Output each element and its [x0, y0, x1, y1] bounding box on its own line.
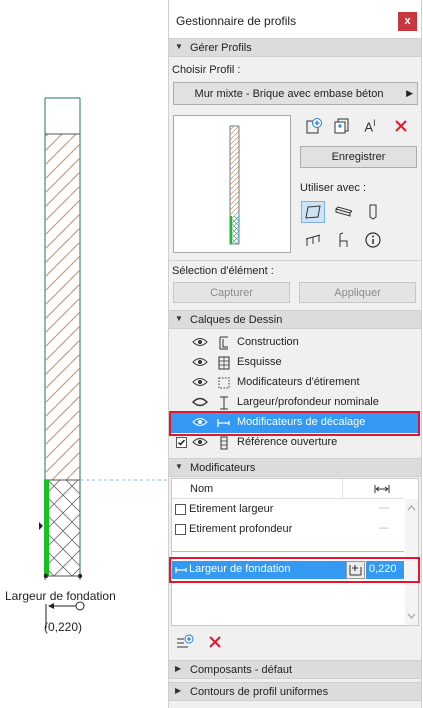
- highlight-box: [169, 411, 420, 436]
- layer-row-opening-reference[interactable]: Référence ouverture: [171, 433, 419, 453]
- opening-reference-icon: [220, 436, 228, 450]
- stretch-modifiers-icon: [218, 377, 230, 389]
- eye-icon[interactable]: [192, 357, 208, 367]
- collapse-arrow-icon: ▼: [175, 462, 183, 471]
- foundation-width-label: Largeur de fondation: [5, 589, 116, 603]
- layer-row-nominal-width[interactable]: Largeur/profondeur nominale: [171, 393, 419, 413]
- uniform-contours-label: Contours de profil uniformes: [190, 686, 329, 698]
- modifier-label: Etirement profondeur: [189, 523, 293, 535]
- modifiers-list-header: Nom: [172, 479, 404, 499]
- capture-button[interactable]: Capturer: [173, 282, 290, 303]
- manage-profiles-header[interactable]: ▼ Gérer Profils: [169, 38, 421, 57]
- width-column-icon: [374, 485, 390, 493]
- expand-arrow-icon: ▶: [175, 664, 182, 673]
- highlight-box: [169, 557, 420, 583]
- modifier-checkbox[interactable]: [175, 524, 186, 535]
- chair-object-icon[interactable]: [333, 230, 353, 250]
- new-profile-icon[interactable]: [304, 116, 324, 136]
- list-divider: [172, 551, 404, 552]
- modifier-row[interactable]: Etirement largeur ---: [172, 500, 404, 519]
- layer-row-construction[interactable]: Construction: [171, 333, 419, 353]
- layer-checkbox[interactable]: [176, 437, 187, 448]
- divider: [169, 260, 421, 261]
- layer-label: Largeur/profondeur nominale: [237, 396, 379, 408]
- construction-layer-icon: [219, 336, 228, 350]
- apply-button[interactable]: Appliquer: [299, 282, 416, 303]
- drawing-canvas[interactable]: Largeur de fondation (0,220): [0, 0, 168, 708]
- add-modifier-icon[interactable]: [175, 632, 195, 652]
- collapse-arrow-icon: ▼: [175, 314, 183, 323]
- profile-preview-drawing: [229, 125, 240, 245]
- eye-icon[interactable]: [192, 437, 208, 447]
- nominal-width-icon: [220, 396, 228, 410]
- sketch-layer-icon: [218, 356, 230, 370]
- beam-tool-icon[interactable]: [333, 202, 353, 222]
- save-button[interactable]: Enregistrer: [300, 146, 417, 168]
- wall-tool-icon[interactable]: [301, 201, 325, 223]
- element-selection-label: Sélection d'élément :: [172, 265, 274, 277]
- close-button[interactable]: x: [398, 12, 417, 31]
- delete-modifier-icon[interactable]: [205, 632, 225, 652]
- layer-row-sketch[interactable]: Esquisse: [171, 353, 419, 373]
- choose-profile-label: Choisir Profil :: [172, 64, 241, 76]
- layer-label: Esquisse: [237, 356, 282, 368]
- eye-closed-icon[interactable]: [192, 397, 208, 407]
- capture-button-label: Capturer: [210, 287, 253, 299]
- modifier-row[interactable]: Etirement profondeur ---: [172, 520, 404, 539]
- profile-select[interactable]: Mur mixte - Brique avec embase béton ▶: [173, 82, 418, 105]
- expand-arrow-icon: ▶: [175, 686, 182, 695]
- name-column-header: Nom: [190, 483, 214, 495]
- modifier-checkbox[interactable]: [175, 504, 186, 515]
- modifiers-header[interactable]: ▼ Modificateurs: [169, 458, 421, 477]
- duplicate-profile-icon[interactable]: [332, 116, 352, 136]
- layer-label: Référence ouverture: [237, 436, 338, 448]
- modifier-label: Etirement largeur: [189, 503, 274, 515]
- modifier-value: ---: [379, 523, 389, 534]
- drawing-layers-header[interactable]: ▼ Calques de Dessin: [169, 310, 421, 329]
- profile-preview: [173, 115, 291, 253]
- profile-select-value: Mur mixte - Brique avec embase béton: [194, 88, 384, 100]
- modifiers-list[interactable]: Nom Etirement largeur --- Etirement prof…: [171, 478, 419, 626]
- layer-label: Construction: [237, 336, 299, 348]
- panel-titlebar: Gestionnaire de profils x: [169, 0, 421, 38]
- info-icon[interactable]: [363, 230, 383, 250]
- components-default-header[interactable]: ▶ Composants - défaut: [169, 660, 421, 679]
- panel-title: Gestionnaire de profils: [176, 14, 297, 28]
- uniform-contours-header[interactable]: ▶ Contours de profil uniformes: [169, 682, 421, 701]
- railing-tool-icon[interactable]: [303, 230, 323, 250]
- scroll-down-icon[interactable]: [405, 611, 418, 621]
- drawing-layers-label: Calques de Dessin: [190, 314, 283, 326]
- modifier-value: ---: [379, 503, 389, 514]
- manage-profiles-label: Gérer Profils: [190, 42, 252, 54]
- apply-button-label: Appliquer: [334, 287, 381, 299]
- column-tool-icon[interactable]: [363, 202, 383, 222]
- foundation-width-value: (0,220): [44, 620, 83, 634]
- rename-profile-icon[interactable]: AI: [360, 116, 380, 136]
- eye-icon[interactable]: [192, 377, 208, 387]
- layer-label: Modificateurs d'étirement: [237, 376, 360, 388]
- eye-icon[interactable]: [192, 337, 208, 347]
- scroll-up-icon[interactable]: [405, 503, 418, 513]
- save-button-label: Enregistrer: [331, 151, 386, 163]
- components-default-label: Composants - défaut: [190, 664, 293, 676]
- profile-manager-panel: Gestionnaire de profils x ▼ Gérer Profil…: [168, 0, 422, 708]
- layer-row-stretch-modifiers[interactable]: Modificateurs d'étirement: [171, 373, 419, 393]
- chevron-right-icon: ▶: [406, 88, 413, 98]
- delete-profile-icon[interactable]: [391, 116, 411, 136]
- collapse-arrow-icon: ▼: [175, 42, 183, 51]
- use-with-label: Utiliser avec :: [300, 182, 367, 194]
- modifiers-label: Modificateurs: [190, 462, 256, 474]
